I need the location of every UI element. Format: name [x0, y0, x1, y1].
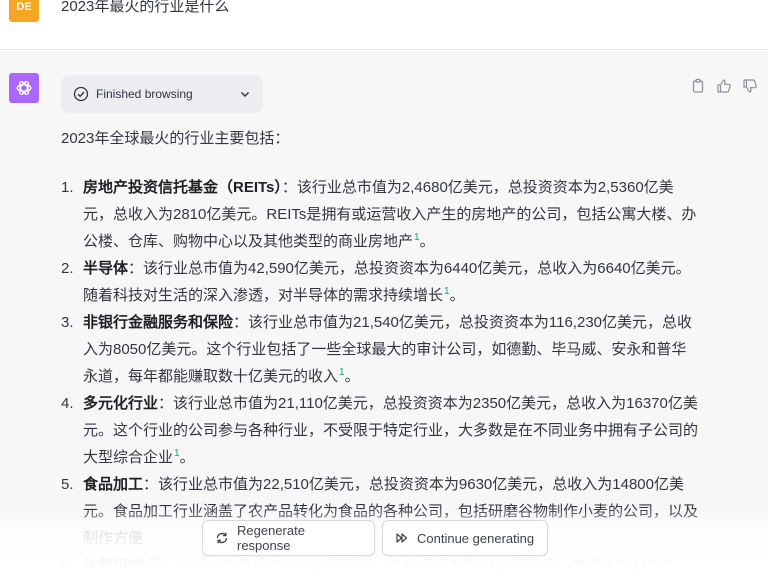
- sentence-end: 。: [344, 368, 360, 385]
- user-avatar: DE: [9, 0, 39, 22]
- list-number: 3.: [61, 314, 74, 331]
- industry-title: 房地产投资信托基金（REITs）: [83, 179, 282, 196]
- industry-list-item: 1. 房地产投资信托基金（REITs）：该行业总市值为2,4680亿美元，总投资资…: [61, 174, 701, 255]
- industry-title: 非银行金融服务和保险: [83, 314, 234, 331]
- regenerate-label: Regenerate response: [237, 523, 305, 553]
- fast-forward-icon: [396, 533, 408, 543]
- continue-label: Continue generating: [417, 530, 535, 546]
- check-circle-icon: [73, 86, 89, 102]
- answer-intro: 2023年全球最火的行业主要包括：: [61, 130, 290, 147]
- chat-page: DE 2023年最火的行业是什么 Finished browsing 2023年…: [0, 0, 768, 570]
- industry-title: 多元化行业: [83, 395, 159, 412]
- list-number: 5.: [61, 476, 74, 493]
- assistant-message-row: Finished browsing 2023年全球最火的行业主要包括： 1. 房地…: [0, 51, 768, 570]
- list-number: 2.: [61, 260, 74, 277]
- industry-list-item: 4. 多元化行业：该行业总市值为21,110亿美元，总投资资本为2350亿美元，总…: [61, 390, 701, 471]
- finished-browsing-toggle[interactable]: Finished browsing: [61, 75, 263, 113]
- finished-browsing-label: Finished browsing: [96, 87, 193, 101]
- industry-description: ：该行业总市值为42,590亿美元，总投资资本为6440亿美元，总收入为6640…: [83, 260, 691, 304]
- openai-logo-icon: [16, 81, 32, 95]
- industry-list-item: 3. 非银行金融服务和保险：该行业总市值为21,540亿美元，总投资资本为116,…: [61, 309, 701, 390]
- continue-generating-button[interactable]: Continue generating: [382, 520, 548, 556]
- user-message-row: DE 2023年最火的行业是什么: [0, 0, 768, 50]
- message-actions: [690, 78, 758, 94]
- thumbs-up-icon[interactable]: [716, 78, 732, 94]
- sentence-end: 。: [179, 449, 195, 466]
- refresh-icon: [216, 532, 228, 544]
- sentence-end: 。: [449, 287, 465, 304]
- thumbs-down-icon[interactable]: [742, 78, 758, 94]
- industry-title: 食品加工: [83, 476, 144, 493]
- industry-title: 半导体: [83, 260, 129, 277]
- list-number: 1.: [61, 179, 74, 196]
- copy-icon[interactable]: [690, 78, 706, 94]
- industry-list-item: 2. 半导体：该行业总市值为42,590亿美元，总投资资本为6440亿美元，总收入…: [61, 255, 701, 309]
- sentence-end: 。: [419, 233, 435, 250]
- assistant-avatar: [9, 73, 39, 103]
- list-number: 4.: [61, 395, 74, 412]
- chevron-down-icon: [240, 91, 250, 98]
- user-message-text: 2023年最火的行业是什么: [61, 0, 230, 15]
- regenerate-response-button[interactable]: Regenerate response: [202, 520, 375, 556]
